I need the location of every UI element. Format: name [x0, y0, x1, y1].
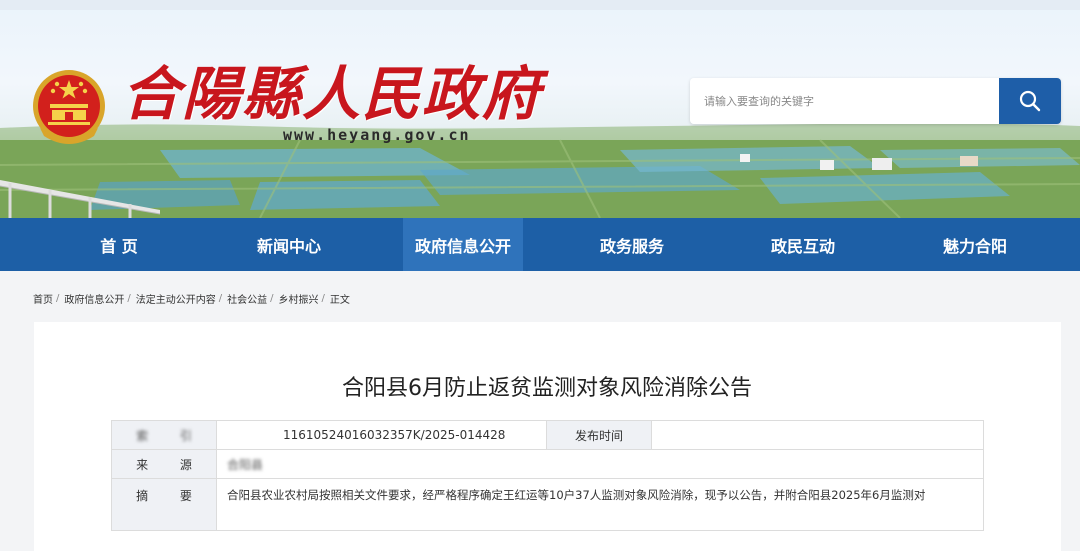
meta-label-summary: 摘 要 [111, 478, 217, 531]
breadcrumb-separator: / [218, 293, 223, 304]
site-title: 合陽縣人民政府 [122, 60, 543, 128]
breadcrumb-current: 正文 [329, 295, 350, 306]
breadcrumb-separator: / [127, 293, 131, 304]
meta-value-publish-time [651, 420, 984, 450]
nav-item-gov-services[interactable]: 政务服务 [573, 218, 691, 271]
meta-label-index: 索 引 [111, 420, 217, 450]
nav-item-news[interactable]: 新闻中心 [230, 218, 348, 271]
meta-value-summary: 合阳县农业农村局按照相关文件要求，经严格程序确定王红运等10户37人监测对象风险… [216, 478, 984, 531]
breadcrumb-separator: / [270, 293, 274, 304]
search-input[interactable] [690, 78, 1000, 124]
article-meta-table: 索 引 11610524016032357K/2025-014428 发布时间 … [111, 420, 984, 531]
site-url: www.heyang.gov.cn [283, 126, 471, 144]
breadcrumb-gov-info[interactable]: 政府信息公开 [64, 291, 124, 306]
meta-value-index: 11610524016032357K/2025-014428 [216, 420, 547, 450]
breadcrumb-statutory[interactable]: 法定主动公开内容 [136, 291, 216, 306]
national-emblem-icon [33, 70, 105, 144]
breadcrumb-separator: / [56, 293, 60, 304]
meta-row-source: 来 源 合阳县 [111, 449, 984, 479]
meta-label-publish-time: 发布时间 [546, 420, 652, 450]
meta-row-summary: 摘 要 合阳县农业农村局按照相关文件要求，经严格程序确定王红运等10户37人监测… [111, 478, 984, 531]
meta-value-source: 合阳县 [216, 449, 984, 479]
meta-row-index: 索 引 11610524016032357K/2025-014428 发布时间 [111, 420, 984, 450]
breadcrumb: 首页 / 政府信息公开 / 法定主动公开内容 / 社会公益 / 乡村振兴 / 正… [33, 291, 350, 306]
breadcrumb-separator: / [321, 293, 325, 304]
search-bar [690, 78, 1061, 124]
nav-item-home[interactable]: 首 页 [60, 218, 178, 271]
search-button[interactable] [999, 78, 1061, 124]
breadcrumb-public-welfare[interactable]: 社会公益 [227, 291, 267, 306]
breadcrumb-rural-revitalization[interactable]: 乡村振兴 [279, 291, 319, 306]
search-icon [1019, 90, 1041, 112]
nav-item-gov-info[interactable]: 政府信息公开 [403, 218, 523, 271]
header-banner: 合陽縣人民政府 www.heyang.gov.cn [0, 0, 1080, 218]
meta-label-source: 来 源 [111, 449, 217, 479]
breadcrumb-home[interactable]: 首页 [33, 291, 53, 306]
nav-item-charm-heyang[interactable]: 魅力合阳 [916, 218, 1034, 271]
nav-item-interaction[interactable]: 政民互动 [744, 218, 862, 271]
article-title: 合阳县6月防止返贫监测对象风险消除公告 [342, 376, 752, 401]
main-nav: 首 页 新闻中心 政府信息公开 政务服务 政民互动 魅力合阳 [0, 218, 1080, 271]
